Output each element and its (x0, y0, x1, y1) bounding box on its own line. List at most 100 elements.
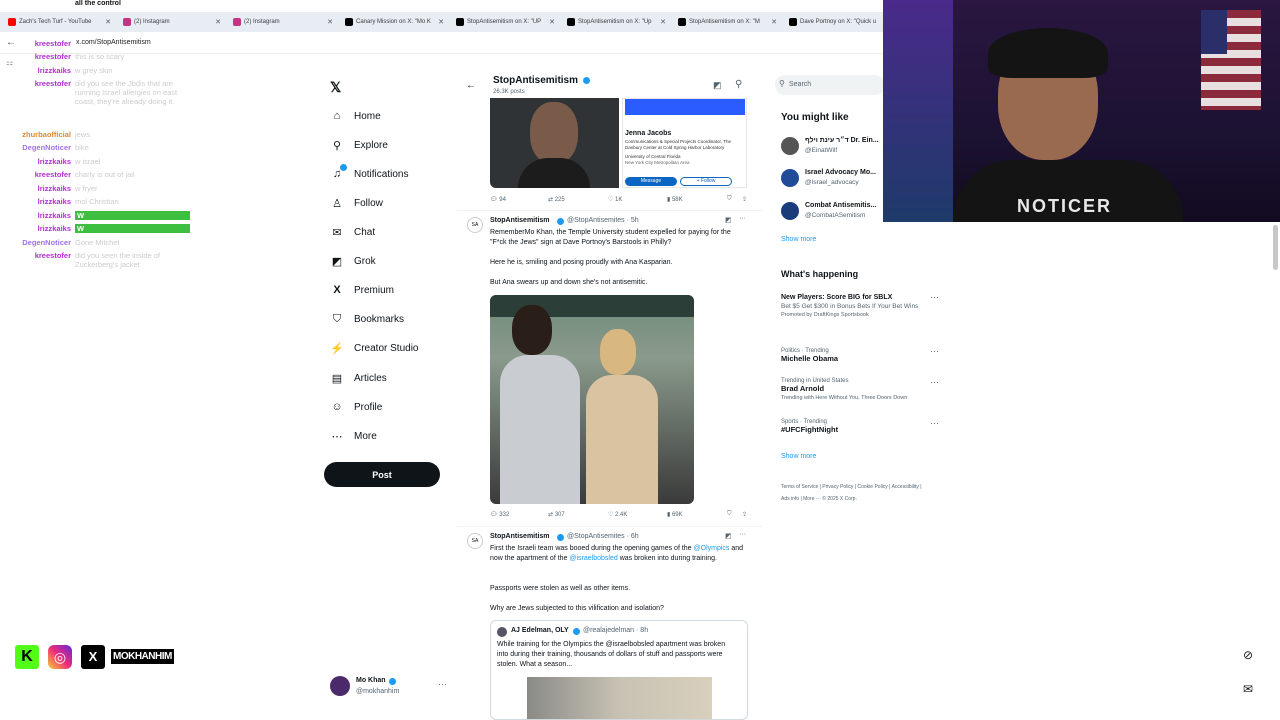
verified-icon (389, 678, 396, 685)
message-button[interactable]: Message (625, 177, 677, 186)
tab-canary-mission[interactable]: Canary Mission on X: "Mo K ✕ (337, 12, 448, 32)
suggestion-item[interactable]: Israel Advocacy Mo... @Israel_advocacy (781, 168, 881, 190)
tweet-image[interactable] (490, 295, 694, 504)
social-brand-bar: K ◎ X MOKHANHIM (15, 645, 185, 669)
quote-tweet[interactable]: AJ Edelman, OLY @realajedelman · 8h Whil… (490, 620, 748, 720)
reply-button[interactable]: 💬︎ 332 (490, 511, 509, 518)
repost-button[interactable]: ⇄ 225 (548, 196, 565, 203)
nav-premium[interactable]: X Premium (330, 280, 394, 300)
tweet-text: But Ana swears up and down she's not ant… (490, 279, 648, 286)
tweet-text: Why are Jews subjected to this vilificat… (490, 605, 664, 612)
grok-icon[interactable]: ◩ (713, 80, 722, 91)
more-icon[interactable]: ··· (930, 377, 939, 387)
search-icon[interactable]: ⚲ (735, 79, 742, 90)
card-school: University of Central Florida (625, 154, 681, 159)
nav-notifications[interactable]: ♫ Notifications (330, 164, 408, 184)
more-icon[interactable]: ··· (438, 679, 447, 689)
person-photo (518, 158, 590, 188)
follow-button[interactable]: + Follow (680, 177, 732, 186)
close-icon[interactable]: ✕ (327, 18, 333, 26)
grok-icon[interactable]: ◩ (725, 532, 732, 540)
avatar (781, 137, 799, 155)
tab-stopantisemitism[interactable]: StopAntisemitism on X: "UP ✕ (448, 12, 559, 32)
more-icon[interactable]: ··· (739, 531, 746, 538)
avatar (781, 169, 799, 187)
like-button[interactable]: ♡ 2.4K (608, 511, 627, 518)
suggestion-item[interactable]: ד״ר עינת וילף Dr. Ein... @EinatWilf (781, 136, 881, 158)
trend-item[interactable]: Trending in United States Brad Arnold Tr… (781, 378, 941, 401)
linkedin-card[interactable]: Jenna Jacobs Communications & Special Pr… (622, 98, 747, 188)
x-icon: X (81, 645, 105, 669)
close-icon[interactable]: ✕ (771, 18, 777, 26)
nav-grok[interactable]: ◩ Grok (330, 251, 376, 271)
card-role: Communications & Special Projects Coordi… (625, 139, 731, 150)
verified-icon (557, 534, 564, 541)
mail-icon[interactable]: ✉ (1238, 679, 1258, 699)
happening-title: What's happening (781, 269, 859, 279)
suggestion-item[interactable]: Combat Antisemitis... @CombatASemitism (781, 201, 881, 223)
show-more-link[interactable]: Show more (781, 236, 816, 243)
reply-button[interactable]: 💬︎ 94 (490, 196, 506, 203)
search-input[interactable]: ⚲ Search (775, 75, 885, 95)
nav-bookmarks[interactable]: ⛉ Bookmarks (330, 309, 404, 329)
nav-chat[interactable]: ✉ Chat (330, 222, 375, 242)
trend-item[interactable]: Sports · Trending #UFCFightNight (781, 419, 926, 434)
x-icon (678, 18, 686, 26)
repost-button[interactable]: ⇄ 307 (548, 511, 565, 518)
nav-home[interactable]: ⌂ Home (330, 106, 381, 126)
more-icon[interactable]: ··· (739, 215, 746, 222)
tab-stopantisemitism[interactable]: StopAntisemitism on X: "M ✕ (670, 12, 781, 32)
person-photo (512, 305, 552, 355)
like-button[interactable]: ♡ 1K (608, 196, 622, 203)
close-icon[interactable]: ✕ (660, 18, 666, 26)
bookmark-icon[interactable]: ⛉ (727, 196, 732, 203)
tweet-text: Passports were stolen as well as other i… (490, 585, 631, 592)
account-name: Mo Khan (356, 677, 386, 684)
more-icon[interactable]: ··· (930, 418, 939, 428)
tweet[interactable]: SA StopAntisemitism @StopAntisemites · 6… (457, 527, 763, 720)
instagram-icon: ◎ (48, 645, 72, 669)
nav-profile[interactable]: ☺ Profile (330, 397, 382, 417)
bookmark-icon[interactable]: ⛉ (727, 511, 732, 518)
nav-articles[interactable]: ▤ Articles (330, 368, 387, 388)
post-button[interactable]: Post (324, 462, 440, 487)
account-switcher[interactable]: Mo Khan @mokhanhim ··· (330, 674, 455, 698)
share-icon[interactable]: ⇪ (742, 511, 747, 518)
avatar[interactable]: SA (467, 533, 483, 549)
nav-follow[interactable]: ♙ Follow (330, 193, 383, 213)
tweet-image[interactable] (490, 98, 619, 188)
card-location: New York City Metropolitan Area (625, 160, 690, 165)
more-icon[interactable]: ··· (930, 346, 939, 356)
tab-stopantisemitism[interactable]: StopAntisemitism on X: "Up ✕ (559, 12, 670, 32)
more-icon: ⋯ (331, 430, 343, 443)
notification-badge (340, 164, 347, 171)
nav-explore[interactable]: ⚲ Explore (330, 135, 388, 155)
quote-image[interactable] (527, 677, 712, 719)
timeline: ← StopAntisemitism 26.3K posts ◩ ⚲ Jenna… (457, 72, 763, 720)
grok-icon[interactable]: ◩ (725, 216, 732, 224)
person-photo (500, 355, 580, 504)
trend-ad[interactable]: New Players: Score BIG for SBLX Bet $5 G… (781, 294, 926, 318)
tab-dave-portnoy[interactable]: Dave Portnoy on X: "Quick u (781, 12, 883, 32)
avatar[interactable]: SA (467, 217, 483, 233)
tweet-author[interactable]: StopAntisemitism (490, 217, 550, 224)
back-arrow-icon[interactable]: ← (466, 80, 476, 91)
show-more-link[interactable]: Show more (781, 453, 816, 460)
x-logo-icon[interactable]: 𝕏 (330, 79, 341, 96)
footer-links[interactable]: Terms of Service | Privacy Policy | Cook… (781, 481, 931, 505)
tweet-author[interactable]: StopAntisemitism (490, 533, 550, 540)
trend-item[interactable]: Politics · Trending Michelle Obama (781, 348, 926, 363)
more-icon[interactable]: ··· (930, 292, 939, 302)
account-handle: @mokhanhim (356, 688, 400, 695)
nav-more[interactable]: ⋯ More (330, 426, 377, 446)
nav-creator-studio[interactable]: ⚡ Creator Studio (330, 338, 418, 358)
close-icon[interactable]: ✕ (438, 18, 444, 26)
close-icon[interactable]: ✕ (549, 18, 555, 26)
bell-icon: ♫ (330, 164, 347, 181)
share-icon[interactable]: ⇪ (742, 196, 747, 203)
tweet[interactable]: SA StopAntisemitism @StopAntisemites · 5… (457, 211, 763, 527)
scrollbar-thumb[interactable] (1273, 225, 1278, 270)
grok-icon[interactable]: ⊘ (1238, 645, 1258, 665)
quote-text: While training for the Olympics the @isr… (497, 641, 726, 668)
profile-name: StopAntisemitism (493, 75, 579, 86)
